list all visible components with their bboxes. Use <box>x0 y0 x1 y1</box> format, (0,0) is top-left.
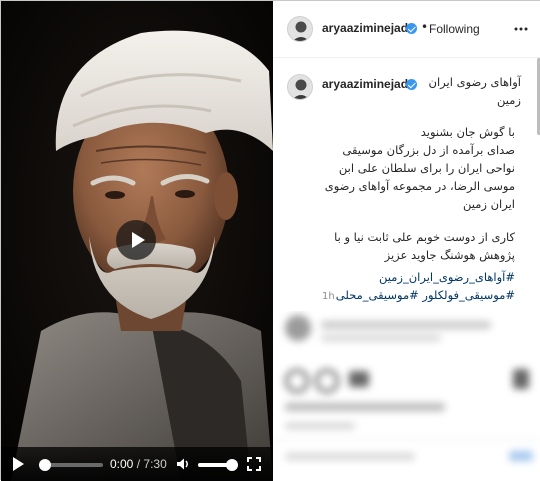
caption-title-line: آواهای رضوی ایران <box>428 75 521 89</box>
caption-username[interactable]: aryaaziminejad <box>322 77 408 91</box>
post-dialog: 0:00 / 7:30 aryaaziminejad • Following a… <box>0 0 540 481</box>
header-username[interactable]: aryaaziminejad <box>322 21 408 35</box>
avatar-image <box>288 17 312 41</box>
post-side-panel: aryaaziminejad • Following aryaazimineja… <box>273 1 540 481</box>
play-button[interactable] <box>13 457 24 471</box>
time-separator: / <box>136 457 141 471</box>
hashtag-link[interactable]: #موسیقی_فولکلور #موسیقی_محلی <box>336 288 515 302</box>
volume-icon[interactable] <box>175 456 191 472</box>
post-header: aryaaziminejad • Following <box>273 1 540 58</box>
following-button[interactable]: Following <box>429 22 480 36</box>
avatar-image <box>288 75 312 99</box>
caption-credit-line: پژوهش هوشنگ جاوید عزیز <box>384 248 515 262</box>
verified-icon <box>406 23 417 34</box>
video-player[interactable]: 0:00 / 7:30 <box>1 1 273 481</box>
video-controls-bar: 0:00 / 7:30 <box>1 447 273 481</box>
caption-body-line: ایران زمین <box>463 197 515 211</box>
volume-handle[interactable] <box>226 459 238 471</box>
seek-handle[interactable] <box>39 459 51 471</box>
caption-avatar[interactable] <box>287 74 313 100</box>
time-display: 0:00 / 7:30 <box>110 457 167 471</box>
verified-icon <box>406 79 417 90</box>
play-icon <box>131 232 145 248</box>
play-overlay-button[interactable] <box>116 220 156 260</box>
caption-body-line: با گوش جان بشنوید <box>420 125 515 139</box>
hashtag-link[interactable]: #آواهای_رضوی_ایران_زمین <box>379 270 515 284</box>
caption-body-line: موسی الرضا، در مجموعه آواهای رضوی <box>324 179 515 193</box>
caption-body-line: نواحی ایران را برای سلطان علی ابن <box>338 161 515 175</box>
avatar[interactable] <box>287 16 313 42</box>
post-time-ago: 1h <box>322 291 335 302</box>
blurred-comments-region <box>273 311 540 481</box>
fullscreen-icon[interactable] <box>247 457 261 471</box>
current-time: 0:00 <box>110 457 134 471</box>
caption-body-line: صدای برآمده از دل بزرگان موسیقی <box>342 143 515 157</box>
caption: aryaaziminejad آواهای رضوی ایران زمین با… <box>273 58 537 318</box>
duration: 7:30 <box>143 457 167 471</box>
caption-title-line: زمین <box>497 93 521 107</box>
caption-credit-line: کاری از دوست خوبم علی ثابت نیا و با <box>334 230 515 244</box>
header-separator: • <box>421 20 429 34</box>
more-options-icon[interactable] <box>514 27 528 31</box>
